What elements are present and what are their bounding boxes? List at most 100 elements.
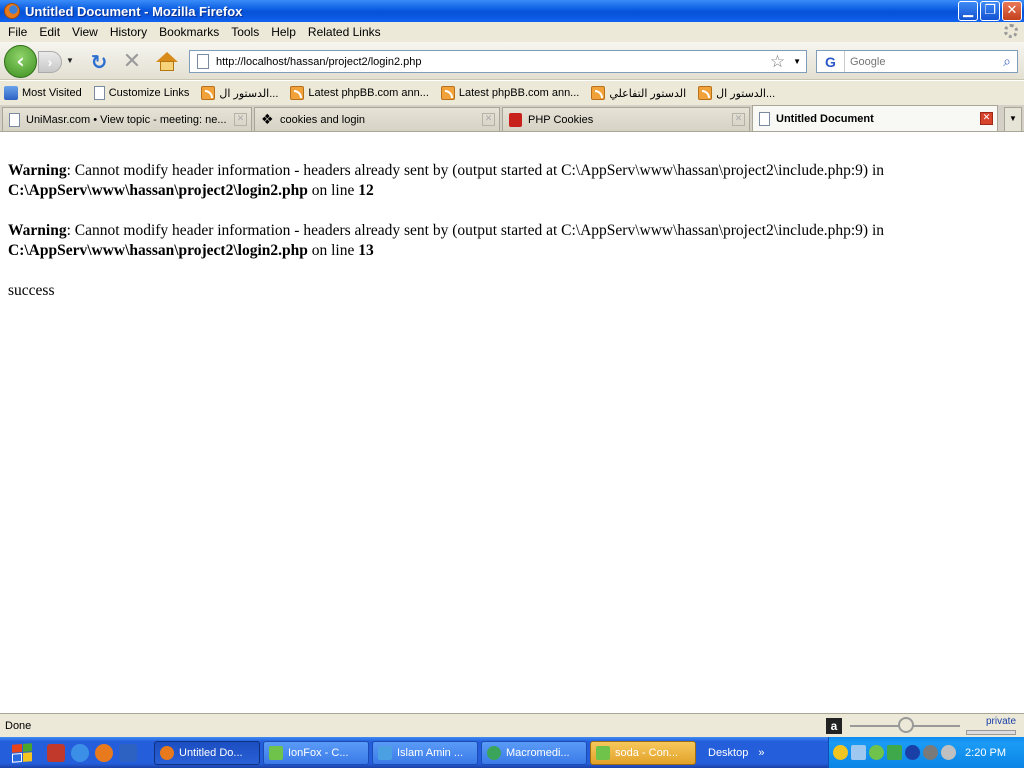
warning-file: C:\AppServ\www\hassan\project2\login2.ph…	[8, 182, 308, 199]
menu-bookmarks[interactable]: Bookmarks	[153, 25, 225, 39]
history-dropdown-icon[interactable]: ▼	[66, 56, 74, 65]
bookmark-most-visited[interactable]: Most Visited	[4, 86, 82, 100]
warning-file: C:\AppServ\www\hassan\project2\login2.ph…	[8, 242, 308, 259]
rss-icon	[290, 86, 305, 100]
search-bar[interactable]: G ⌕	[816, 50, 1018, 73]
bookmark-feed[interactable]: Latest phpBB.com ann...	[290, 86, 429, 100]
zoom-slider[interactable]	[850, 717, 960, 733]
address-bar[interactable]: http://localhost/hassan/project2/login2.…	[189, 50, 807, 73]
menu-file[interactable]: File	[2, 25, 33, 39]
page-icon	[197, 54, 209, 69]
warning-message: : Cannot modify header information - hea…	[66, 162, 884, 179]
back-button[interactable]: ‹	[4, 45, 37, 78]
php-warning: Warning: Cannot modify header informatio…	[8, 162, 884, 199]
chat-icon	[378, 745, 392, 760]
firefox-icon	[160, 745, 174, 760]
tray-icon[interactable]	[941, 745, 956, 760]
menu-edit[interactable]: Edit	[33, 25, 66, 39]
menu-view[interactable]: View	[66, 25, 104, 39]
minimize-button[interactable]: ▁	[958, 1, 978, 21]
page-icon	[93, 86, 105, 100]
tab-close-icon[interactable]: ✕	[732, 113, 745, 126]
page-icon	[9, 112, 20, 127]
tab-cookies-and-login[interactable]: ❖ cookies and login ✕	[254, 107, 500, 131]
page-output: success	[8, 282, 55, 299]
bookmark-feed[interactable]: الدستور ال...	[201, 86, 278, 100]
tab-php-cookies[interactable]: PHP Cookies ✕	[502, 107, 750, 131]
menu-help[interactable]: Help	[265, 25, 302, 39]
close-window-button[interactable]: ✕	[1002, 1, 1022, 21]
menu-bar: File Edit View History Bookmarks Tools H…	[0, 22, 1024, 42]
warning-label: Warning	[8, 222, 67, 239]
restore-button[interactable]: ❐	[980, 1, 1000, 21]
warning-label: Warning	[8, 162, 67, 179]
zoom-slider-knob[interactable]	[898, 717, 914, 733]
rss-icon	[698, 86, 713, 100]
chevron-icon[interactable]: »	[758, 747, 764, 759]
reload-button[interactable]: ↻	[88, 51, 110, 73]
bookmark-customize-links[interactable]: Customize Links	[93, 86, 189, 100]
bookmark-feed[interactable]: Latest phpBB.com ann...	[440, 86, 579, 100]
quick-launch-icon[interactable]	[119, 743, 137, 762]
tab-list-button[interactable]: ▼	[1004, 107, 1022, 131]
firefox-logo-icon	[4, 3, 20, 19]
home-button[interactable]	[155, 51, 179, 73]
tab-unimasr[interactable]: UniMasr.com • View topic - meeting: ne..…	[2, 107, 252, 131]
search-go-icon[interactable]: ⌕	[997, 54, 1017, 70]
smiley-icon[interactable]	[833, 745, 848, 760]
red-dice-icon	[509, 112, 522, 127]
url-text[interactable]: http://localhost/hassan/project2/login2.…	[216, 56, 770, 68]
taskbar-button-ionfox[interactable]: IonFox - C...	[263, 740, 369, 765]
windows-taskbar: Untitled Do... IonFox - C... Islam Amin …	[0, 737, 1024, 768]
bluetooth-icon[interactable]	[905, 745, 920, 760]
desktop-toolbar[interactable]: Desktop »	[708, 747, 764, 759]
search-input[interactable]	[845, 55, 997, 68]
rss-icon	[591, 86, 606, 100]
status-text: Done	[5, 719, 32, 732]
start-button[interactable]	[0, 737, 44, 768]
taskbar-button-soda[interactable]: soda - Con...	[590, 740, 696, 765]
tab-close-icon[interactable]: ✕	[482, 113, 495, 126]
taskbar-button-macromedia[interactable]: Macromedi...	[481, 740, 587, 765]
menu-related-links[interactable]: Related Links	[302, 25, 387, 39]
messenger-icon	[596, 745, 610, 760]
stop-button[interactable]: ✕	[121, 51, 143, 73]
zoom-icon[interactable]: a	[826, 718, 842, 734]
menu-tools[interactable]: Tools	[225, 25, 265, 39]
page-content: Warning: Cannot modify header informatio…	[0, 133, 1024, 713]
private-label[interactable]: private	[986, 716, 1016, 727]
ie-icon[interactable]	[71, 743, 89, 762]
most-visited-icon	[4, 86, 18, 100]
system-tray: 2:20 PM	[828, 737, 1024, 768]
play-icon[interactable]	[887, 745, 902, 760]
warning-line: 12	[358, 182, 374, 199]
volume-icon[interactable]	[923, 745, 938, 760]
zoom-control: a private	[826, 716, 1020, 736]
window-title: Untitled Document - Mozilla Firefox	[25, 3, 243, 19]
code-icon: ❖	[261, 111, 274, 128]
throbber-icon	[1004, 24, 1018, 38]
url-dropdown-icon[interactable]: ▼	[793, 57, 801, 66]
messenger-icon[interactable]	[869, 745, 884, 760]
quick-launch-icon[interactable]	[47, 743, 65, 762]
macromedia-icon	[487, 745, 501, 760]
taskbar-button-islam-amin[interactable]: Islam Amin ...	[372, 740, 478, 765]
rss-icon	[201, 86, 216, 100]
title-bar: Untitled Document - Mozilla Firefox ▁ ❐ …	[0, 0, 1024, 22]
tab-close-icon[interactable]: ✕	[980, 112, 993, 125]
bookmark-feed[interactable]: الدستور ال...	[698, 86, 775, 100]
bookmark-feed[interactable]: الدستور التفاعلي	[591, 86, 686, 100]
bookmarks-toolbar: Most Visited Customize Links الدستور ال.…	[0, 81, 1024, 105]
page-icon	[759, 111, 770, 126]
network-icon[interactable]	[851, 745, 866, 760]
forward-button[interactable]: ›	[38, 51, 62, 73]
tab-close-icon[interactable]: ✕	[234, 113, 247, 126]
clock: 2:20 PM	[965, 746, 1006, 759]
tab-untitled-document[interactable]: Untitled Document ✕	[752, 105, 998, 131]
firefox-icon[interactable]	[95, 743, 113, 762]
status-bar: Done a private	[0, 713, 1024, 737]
taskbar-button-firefox[interactable]: Untitled Do...	[154, 740, 260, 765]
bookmark-star-icon[interactable]: ☆	[770, 52, 785, 72]
search-engine-icon[interactable]: G	[817, 51, 845, 72]
menu-history[interactable]: History	[104, 25, 153, 39]
